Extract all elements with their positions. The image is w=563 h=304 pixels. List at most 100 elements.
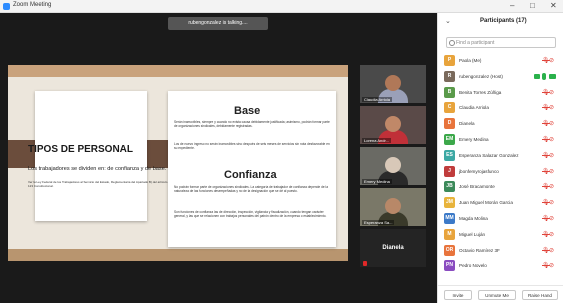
video-thumbnail[interactable]: Claudia Arriola (360, 65, 426, 103)
participant-avatar: B (444, 86, 455, 98)
thumbnail-name: Claudia Arriola (362, 97, 393, 102)
participant-row[interactable]: C Claudia Arriola 🎙︎ ⊘ (438, 101, 563, 115)
participant-row[interactable]: PN Pedro Novelo 🎙︎ ⊘ (438, 259, 563, 273)
participants-panel: ⌄ Participants (17) Find a participant P… (437, 13, 563, 303)
slide-base-text: Serán inamovibles, siempre y cuando no e… (174, 120, 330, 128)
participant-row[interactable]: D Dianela 🎙︎ ⊘ (438, 117, 563, 131)
video-off-icon: ⊘ (549, 263, 555, 270)
video-thumbnail[interactable]: Lorena Andr... (360, 106, 426, 144)
video-off-icon: ⊘ (549, 121, 555, 128)
participant-row[interactable]: MM Magda Molina 🎙︎ ⊘ (438, 212, 563, 226)
participant-avatar: ES (444, 149, 455, 161)
unmute-me-button[interactable]: Unmute Me (478, 290, 516, 300)
slide-confianza-title: Confianza (224, 169, 277, 181)
screen-share-icon (534, 73, 540, 79)
video-off-icon: ⊘ (549, 89, 555, 96)
slide-left-title: TIPOS DE PERSONAL (28, 144, 134, 155)
participant-name: jbonfemyrojasfunco (459, 168, 499, 174)
invite-button[interactable]: Invite (444, 290, 472, 300)
participant-avatar: R (444, 70, 455, 82)
participant-row[interactable]: Jjbonfemyrojasfunco 🎙︎ ⊘ (438, 165, 563, 179)
participant-face (385, 116, 401, 132)
participant-row[interactable]: B Benita Torres Zúñiga 🎙︎ ⊘ (438, 86, 563, 100)
participant-row[interactable]: Rrubengonzalez (Host) (438, 70, 563, 84)
participants-title: Participants (17) (480, 18, 527, 24)
participant-name: Magda Molina (459, 216, 488, 221)
participant-name: Pedro Novelo (459, 263, 487, 269)
zoom-logo-icon (3, 3, 10, 10)
thumbnail-name: Lorena Andr... (362, 138, 391, 143)
participant-avatar: OR (444, 244, 455, 256)
video-off-icon: ⊘ (549, 200, 555, 207)
participant-row[interactable]: EM Emery Medina 🎙︎ ⊘ (438, 133, 563, 147)
participant-avatar: D (444, 118, 455, 130)
thumbnail-name: Esperanza Sa... (362, 220, 395, 225)
participant-name: Juan Miguel Morán Garcia (459, 200, 513, 206)
slide-left-note: Ver la Ley Federal de los Trabajadores a… (28, 180, 168, 188)
participant-avatar: J (444, 165, 455, 177)
slide-confianza-text: No podrán formar parte de organizaciones… (174, 185, 328, 193)
title-bar: Zoom Meeting – □ ✕ (0, 0, 563, 13)
chevron-down-icon[interactable]: ⌄ (445, 17, 451, 25)
slide-left-panel (35, 91, 147, 221)
participant-name: Claudia Arriola (459, 105, 489, 111)
participant-avatar: P (444, 55, 455, 66)
participant-name: Esperanza Salazar Gonzalez (459, 152, 519, 158)
video-thumbnail[interactable]: Esperanza Sa... (360, 188, 426, 226)
video-off-icon: ⊘ (549, 58, 555, 64)
participant-face (385, 198, 401, 214)
minimize-button[interactable]: – (510, 1, 514, 11)
slide-base-title: Base (234, 105, 261, 117)
slide-top-strip (8, 65, 348, 77)
muted-mic-icon (363, 261, 367, 266)
talking-banner: rubengonzalez is talking.... (168, 17, 268, 30)
mic-on-icon (542, 72, 546, 80)
raise-hand-button[interactable]: Raise Hand (522, 290, 558, 300)
participant-face (385, 157, 401, 173)
search-input[interactable]: Find a participant (446, 37, 556, 48)
participant-avatar: M (444, 228, 455, 240)
participant-name: Paola (Me) (459, 58, 482, 63)
participant-avatar: C (444, 102, 455, 114)
search-placeholder: Find a participant (456, 40, 495, 46)
close-button[interactable]: ✕ (550, 1, 557, 11)
video-off-icon: ⊘ (549, 184, 555, 191)
slide-bottom-strip (8, 249, 348, 261)
video-thumbnail-name-only[interactable]: Dianela (360, 229, 426, 267)
participant-name: Emery Medina (459, 137, 489, 142)
participant-row[interactable]: OR Octavio Ramírez 3F 🎙︎ ⊘ (438, 244, 563, 258)
slide-base-text-2: Los de nuevo ingreso no serán inamovible… (174, 142, 330, 150)
participant-name: Benita Torres Zúñiga (459, 89, 502, 95)
participants-header: ⌄ Participants (17) (438, 17, 563, 29)
video-off-icon: ⊘ (549, 231, 555, 238)
participant-row[interactable]: M Miguel Luján 🎙︎ ⊘ (438, 228, 563, 242)
participants-footer: Invite Unmute Me Raise Hand (438, 285, 563, 304)
participant-name: Octavio Ramírez 3F (459, 247, 500, 253)
video-on-icon (549, 73, 556, 79)
video-off-icon: ⊘ (549, 216, 555, 222)
slide-confianza-text-2: Son funciones de confianza las de direcc… (174, 210, 327, 218)
participant-row[interactable]: P Paola (Me) 🎙︎ ⊘ (438, 54, 563, 68)
video-off-icon: ⊘ (549, 137, 555, 143)
participant-name: Miguel Luján (459, 231, 486, 237)
participant-row[interactable]: JB José Bracamonte 🎙︎ ⊘ (438, 180, 563, 194)
maximize-button[interactable]: □ (530, 1, 535, 11)
video-off-icon: ⊘ (549, 152, 555, 159)
participant-row[interactable]: JM Juan Miguel Morán Garcia 🎙︎ ⊘ (438, 196, 563, 210)
shared-screen-slide: TIPOS DE PERSONAL Los trabajadores se di… (8, 65, 348, 261)
video-thumbnail[interactable]: Emery Medina (360, 147, 426, 185)
video-off-icon: ⊘ (549, 247, 555, 254)
participant-avatar: JM (444, 197, 455, 209)
participant-avatar: JB (444, 181, 455, 193)
participant-row[interactable]: ES Esperanza Salazar Gonzalez 🎙︎ ⊘ (438, 149, 563, 163)
participant-avatar: EM (444, 134, 455, 145)
participant-name: rubengonzalez (Host) (459, 73, 503, 79)
video-off-icon: ⊘ (549, 168, 555, 175)
participant-name: Dianela (459, 121, 475, 127)
participant-face (385, 75, 401, 91)
participant-name: José Bracamonte (459, 184, 495, 190)
window-title: Zoom Meeting (13, 2, 52, 8)
video-off-icon: ⊘ (549, 105, 555, 112)
meeting-view: rubengonzalez is talking.... TIPOS DE PE… (0, 13, 437, 303)
search-icon (449, 40, 455, 46)
